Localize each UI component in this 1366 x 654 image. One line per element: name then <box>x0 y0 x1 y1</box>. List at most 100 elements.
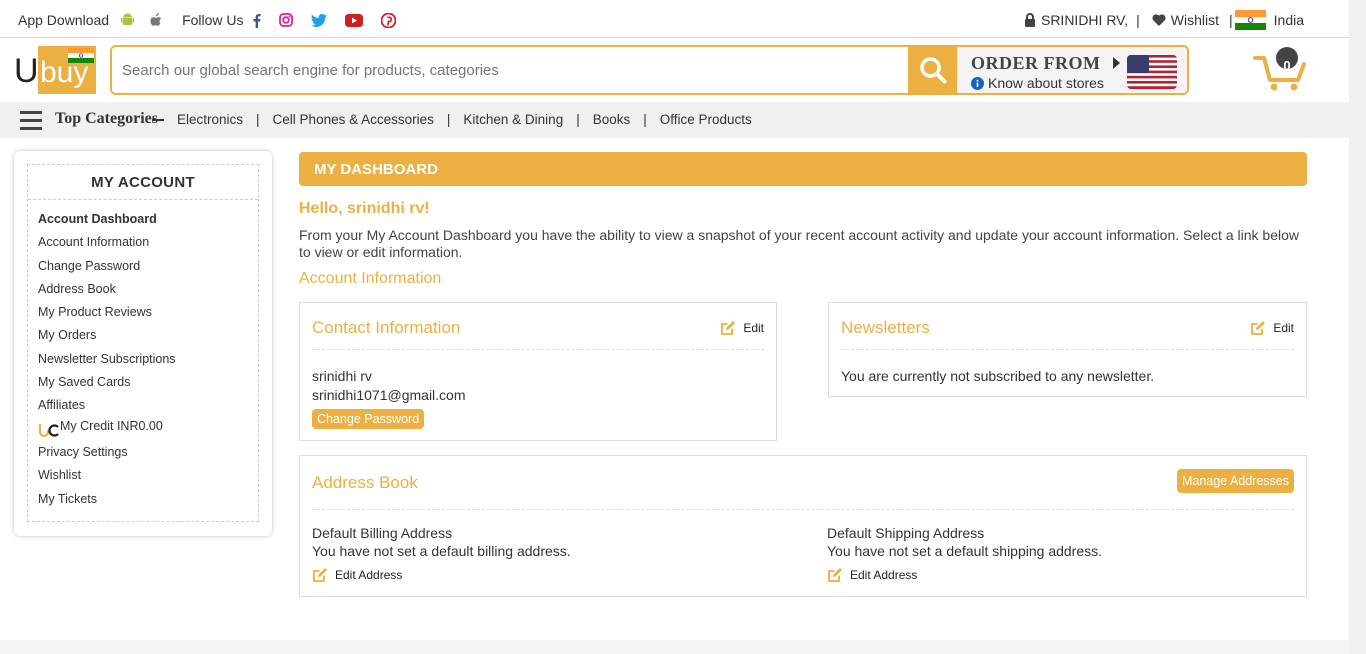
category-item[interactable]: Cell Phones & Accessories | <box>273 112 464 127</box>
india-flag-icon[interactable] <box>1234 10 1266 30</box>
category-nav: Top Categories Electronics | Cell Phones … <box>0 102 1349 138</box>
edit-address-label: Edit Address <box>850 568 918 582</box>
sidebar-item-privacy-settings[interactable]: Privacy Settings <box>38 441 258 464</box>
youtube-icon[interactable] <box>344 13 363 27</box>
address-book-title: Address Book <box>312 473 418 492</box>
caret-right-icon <box>1112 57 1120 69</box>
sidebar-item-my-credit[interactable]: My Credit INR0.00 <box>38 418 258 441</box>
apple-icon[interactable] <box>150 13 162 27</box>
sidebar-item-address-book[interactable]: Address Book <box>38 278 258 301</box>
separator: | <box>256 112 260 127</box>
sidebar-item-orders[interactable]: My Orders <box>38 324 258 347</box>
change-password-button[interactable]: Change Password <box>312 409 425 429</box>
edit-icon <box>828 568 842 582</box>
cart-count-badge: 0 <box>1283 58 1291 73</box>
country-label[interactable]: India <box>1274 12 1304 28</box>
contact-edit-button[interactable]: Edit <box>720 320 764 336</box>
twitter-icon[interactable] <box>310 13 327 27</box>
ubuy-logo[interactable]: U buy <box>14 46 96 94</box>
sidebar-title: MY ACCOUNT <box>28 165 258 200</box>
sidebar-item-change-password[interactable]: Change Password <box>38 255 258 278</box>
sidebar-item-newsletter[interactable]: Newsletter Subscriptions <box>38 348 258 371</box>
page: App Download Follow Us SRINIDHI RV, | Wi… <box>0 0 1349 654</box>
instagram-icon[interactable] <box>278 13 293 27</box>
manage-addresses-button[interactable]: Manage Addresses <box>1176 469 1294 493</box>
edit-icon <box>1251 321 1266 335</box>
top-bar: App Download Follow Us SRINIDHI RV, | Wi… <box>0 0 1349 38</box>
footer-strip <box>0 640 1349 654</box>
divider <box>312 509 1294 510</box>
edit-billing-address-button[interactable]: Edit Address <box>312 567 402 583</box>
edit-address-label: Edit Address <box>335 568 403 582</box>
hamburger-menu-icon[interactable] <box>20 111 42 133</box>
category-item[interactable]: Books | <box>593 112 660 127</box>
sidebar-menu: Account Dashboard Account Information Ch… <box>28 200 258 511</box>
search-icon <box>919 57 946 84</box>
user-name-link[interactable]: SRINIDHI RV, <box>1041 12 1128 28</box>
order-from-label: ORDER FROM <box>971 53 1101 73</box>
scrollbar[interactable] <box>1349 0 1366 654</box>
app-download-label: App Download <box>18 12 110 28</box>
lock-icon <box>1024 13 1036 27</box>
order-from-store-selector[interactable]: ORDER FROM Know about stores <box>957 47 1187 93</box>
wishlist-link[interactable]: Wishlist <box>1171 12 1219 28</box>
category-list: Electronics | Cell Phones & Accessories | … <box>177 112 752 127</box>
billing-address-title: Default Billing Address <box>312 525 453 541</box>
edit-label: Edit <box>1273 321 1294 335</box>
newsletters-box: Newsletters Edit You are currently not s… <box>828 302 1307 397</box>
top-categories-label[interactable]: Top Categories <box>55 110 158 128</box>
search-button[interactable] <box>908 47 957 93</box>
contact-information-box: Contact Information Edit srinidhi rv sri… <box>299 302 777 441</box>
us-flag-icon <box>1127 55 1177 89</box>
account-information-heading: Account Information <box>299 270 442 287</box>
pinterest-icon[interactable] <box>380 12 396 28</box>
search-input[interactable] <box>112 47 908 93</box>
contact-information-title: Contact Information <box>312 318 461 337</box>
sidebar-item-account-dashboard[interactable]: Account Dashboard <box>38 208 258 231</box>
heart-icon[interactable] <box>1152 14 1166 26</box>
separator: | <box>643 112 647 127</box>
android-icon[interactable] <box>121 13 135 27</box>
separator: | <box>1136 12 1140 28</box>
separator: | <box>1229 12 1233 28</box>
header: U buy ORDER FROM Know about stores <box>0 38 1349 102</box>
ubuy-credit-icon <box>38 424 59 438</box>
edit-icon <box>721 321 736 335</box>
contact-email: srinidhi1071@gmail.com <box>312 387 466 403</box>
cart-button[interactable]: 0 <box>1253 46 1313 96</box>
newsletter-edit-button[interactable]: Edit <box>1250 320 1294 336</box>
know-stores-link[interactable]: Know about stores <box>988 75 1104 91</box>
newsletter-status: You are currently not subscribed to any … <box>841 368 1155 384</box>
facebook-icon[interactable] <box>252 13 261 28</box>
separator: | <box>576 112 580 127</box>
my-credit-label: My Credit INR0.00 <box>60 418 163 433</box>
category-office-products[interactable]: Office Products <box>660 112 752 127</box>
category-books[interactable]: Books <box>593 112 631 127</box>
divider <box>312 349 764 350</box>
newsletters-title: Newsletters <box>841 318 930 337</box>
greeting: Hello, srinidhi rv! <box>299 200 430 217</box>
category-item[interactable]: Kitchen & Dining | <box>463 112 592 127</box>
account-sidebar: MY ACCOUNT Account Dashboard Account Inf… <box>14 151 272 536</box>
sidebar-item-product-reviews[interactable]: My Product Reviews <box>38 301 258 324</box>
category-item[interactable]: Office Products <box>660 112 752 127</box>
divider <box>841 349 1294 350</box>
category-electronics[interactable]: Electronics <box>177 112 243 127</box>
edit-shipping-address-button[interactable]: Edit Address <box>827 567 917 583</box>
category-item[interactable]: Electronics | <box>177 112 273 127</box>
sidebar-item-wishlist[interactable]: Wishlist <box>38 464 258 487</box>
sidebar-item-tickets[interactable]: My Tickets <box>38 488 258 511</box>
separator: | <box>446 112 451 127</box>
dashboard-intro: From your My Account Dashboard you have … <box>299 227 1299 260</box>
info-icon <box>971 76 984 90</box>
category-cell-phones[interactable]: Cell Phones & Accessories <box>273 112 434 127</box>
sidebar-item-saved-cards[interactable]: My Saved Cards <box>38 371 258 394</box>
edit-icon <box>313 568 327 582</box>
shipping-address-text: You have not set a default shipping addr… <box>827 543 1103 559</box>
contact-name: srinidhi rv <box>312 368 372 384</box>
shipping-address-title: Default Shipping Address <box>827 525 985 541</box>
edit-label: Edit <box>743 321 764 335</box>
address-book-box: Address Book Manage Addresses Default Bi… <box>299 455 1307 597</box>
sidebar-item-account-information[interactable]: Account Information <box>38 231 258 254</box>
category-kitchen-dining[interactable]: Kitchen & Dining <box>463 112 563 127</box>
